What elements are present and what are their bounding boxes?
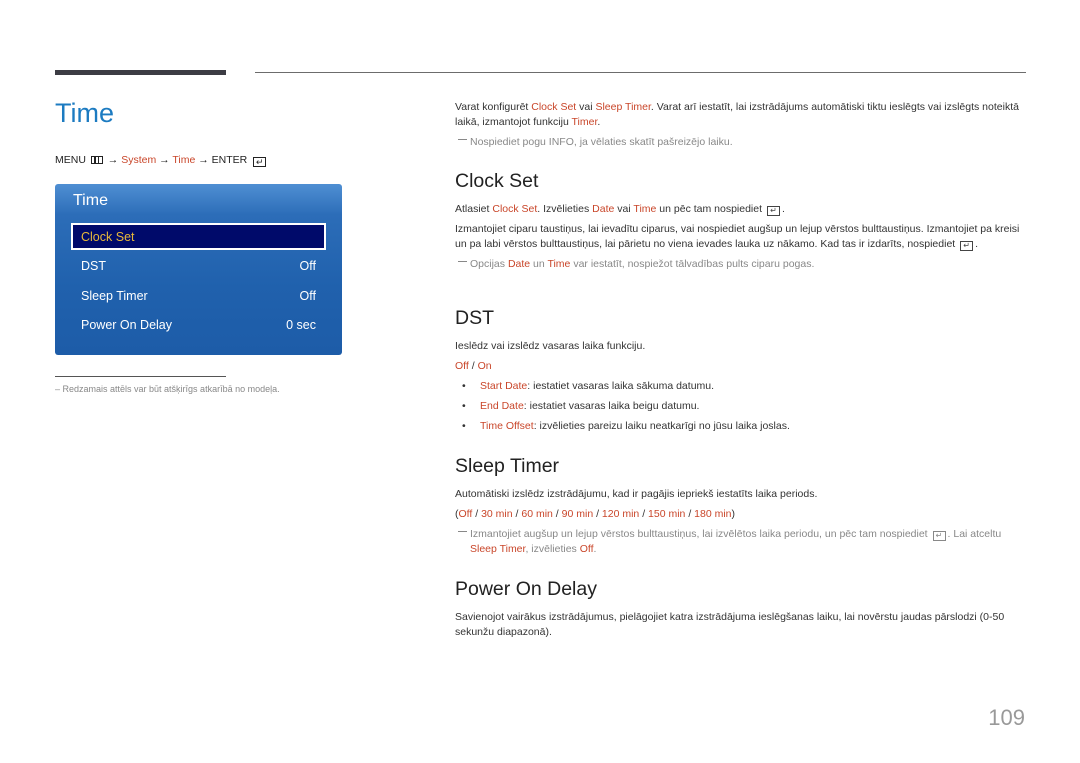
osd-item-dst[interactable]: DST Off [81, 254, 316, 278]
intro-paragraph: Varat konfigurēt Clock Set vai Sleep Tim… [455, 101, 1019, 128]
enter-icon: ↵ [253, 157, 267, 167]
intro-note: Nospiediet pogu INFO, ja vēlaties skatīt… [455, 135, 1025, 150]
list-item: Start Date: iestatiet vasaras laika sāku… [455, 379, 1025, 394]
dst-heading: DST [455, 307, 494, 329]
osd-menu-panel: Time Clock Set DST Off Sleep Timer Off P… [55, 184, 342, 355]
page-title: Time [55, 98, 114, 128]
sleep-timer-paragraph: Automātiski izslēdz izstrādājumu, kad ir… [455, 488, 818, 500]
clock-set-heading: Clock Set [455, 170, 539, 192]
link-clock-set: Clock Set [531, 101, 577, 113]
footnote-rule [55, 376, 226, 377]
osd-item-value: Off [299, 289, 316, 303]
osd-title: Time [73, 192, 108, 209]
enter-icon: ↵ [766, 206, 780, 216]
footnote: – Redzamais attēls var būt atšķirīgs atk… [55, 384, 280, 394]
osd-item-value: Off [299, 259, 316, 273]
sleep-timer-heading: Sleep Timer [455, 455, 560, 477]
dst-section: DST Ieslēdz vai izslēdz vasaras laika fu… [455, 307, 1025, 439]
header-thin-rule [255, 72, 1026, 73]
clock-set-note: Opcijas Date un Time var iestatīt, nospi… [455, 257, 1025, 272]
osd-item-power-on-delay[interactable]: Power On Delay 0 sec [81, 313, 316, 337]
clock-set-section: Clock Set Atlasiet Clock Set. Izvēlietie… [455, 170, 1025, 272]
power-on-delay-heading: Power On Delay [455, 578, 597, 600]
menu-path-time: Time [172, 154, 196, 166]
dst-options: Off / On [455, 360, 492, 372]
power-on-delay-section: Power On Delay Savienojot vairākus izstr… [455, 578, 1025, 640]
enter-label: ENTER [211, 154, 248, 166]
arrow: → [159, 154, 170, 166]
enter-icon: ↵ [960, 241, 974, 251]
page-number: 109 [988, 705, 1025, 730]
sleep-timer-options: (Off / 30 min / 60 min / 90 min / 120 mi… [455, 508, 736, 520]
osd-item-label: DST [81, 259, 106, 273]
clock-set-paragraph-2: Izmantojiet ciparu taustiņus, lai ievadī… [455, 223, 1020, 251]
osd-item-label: Power On Delay [81, 318, 173, 332]
enter-icon: ↵ [932, 531, 946, 541]
menu-path: MENU → System → Time → ENTER ↵ [55, 154, 267, 167]
clock-set-paragraph-1: Atlasiet Clock Set. Izvēlieties Date vai… [455, 203, 785, 216]
arrow: → [198, 154, 209, 166]
dst-paragraph: Ieslēdz vai izslēdz vasaras laika funkci… [455, 340, 646, 352]
osd-item-value: 0 sec [286, 318, 316, 332]
link-sleep-timer: Sleep Timer [595, 101, 651, 113]
menu-path-system: System [121, 154, 157, 166]
list-item: Time Offset: izvēlieties pareizu laiku n… [455, 419, 1025, 434]
osd-item-label: Sleep Timer [81, 289, 148, 303]
menu-icon [90, 156, 103, 164]
sleep-timer-section: Sleep Timer Automātiski izslēdz izstrādā… [455, 455, 1025, 557]
menu-label: MENU [55, 154, 86, 166]
osd-item-sleep-timer[interactable]: Sleep Timer Off [81, 284, 316, 308]
header-thick-rule [55, 70, 226, 75]
sleep-timer-note: Izmantojiet augšup un lejup vērstos bult… [455, 527, 1025, 557]
intro-section: Varat konfigurēt Clock Set vai Sleep Tim… [455, 100, 1025, 150]
osd-item-label: Clock Set [81, 229, 135, 244]
list-item: End Date: iestatiet vasaras laika beigu … [455, 399, 1025, 414]
arrow: → [107, 154, 119, 166]
power-on-delay-paragraph: Savienojot vairākus izstrādājumus, pielā… [455, 611, 1005, 638]
osd-item-clock-set[interactable]: Clock Set [71, 223, 326, 250]
dst-bullet-list: Start Date: iestatiet vasaras laika sāku… [455, 379, 1025, 434]
link-timer: Timer [571, 116, 598, 128]
